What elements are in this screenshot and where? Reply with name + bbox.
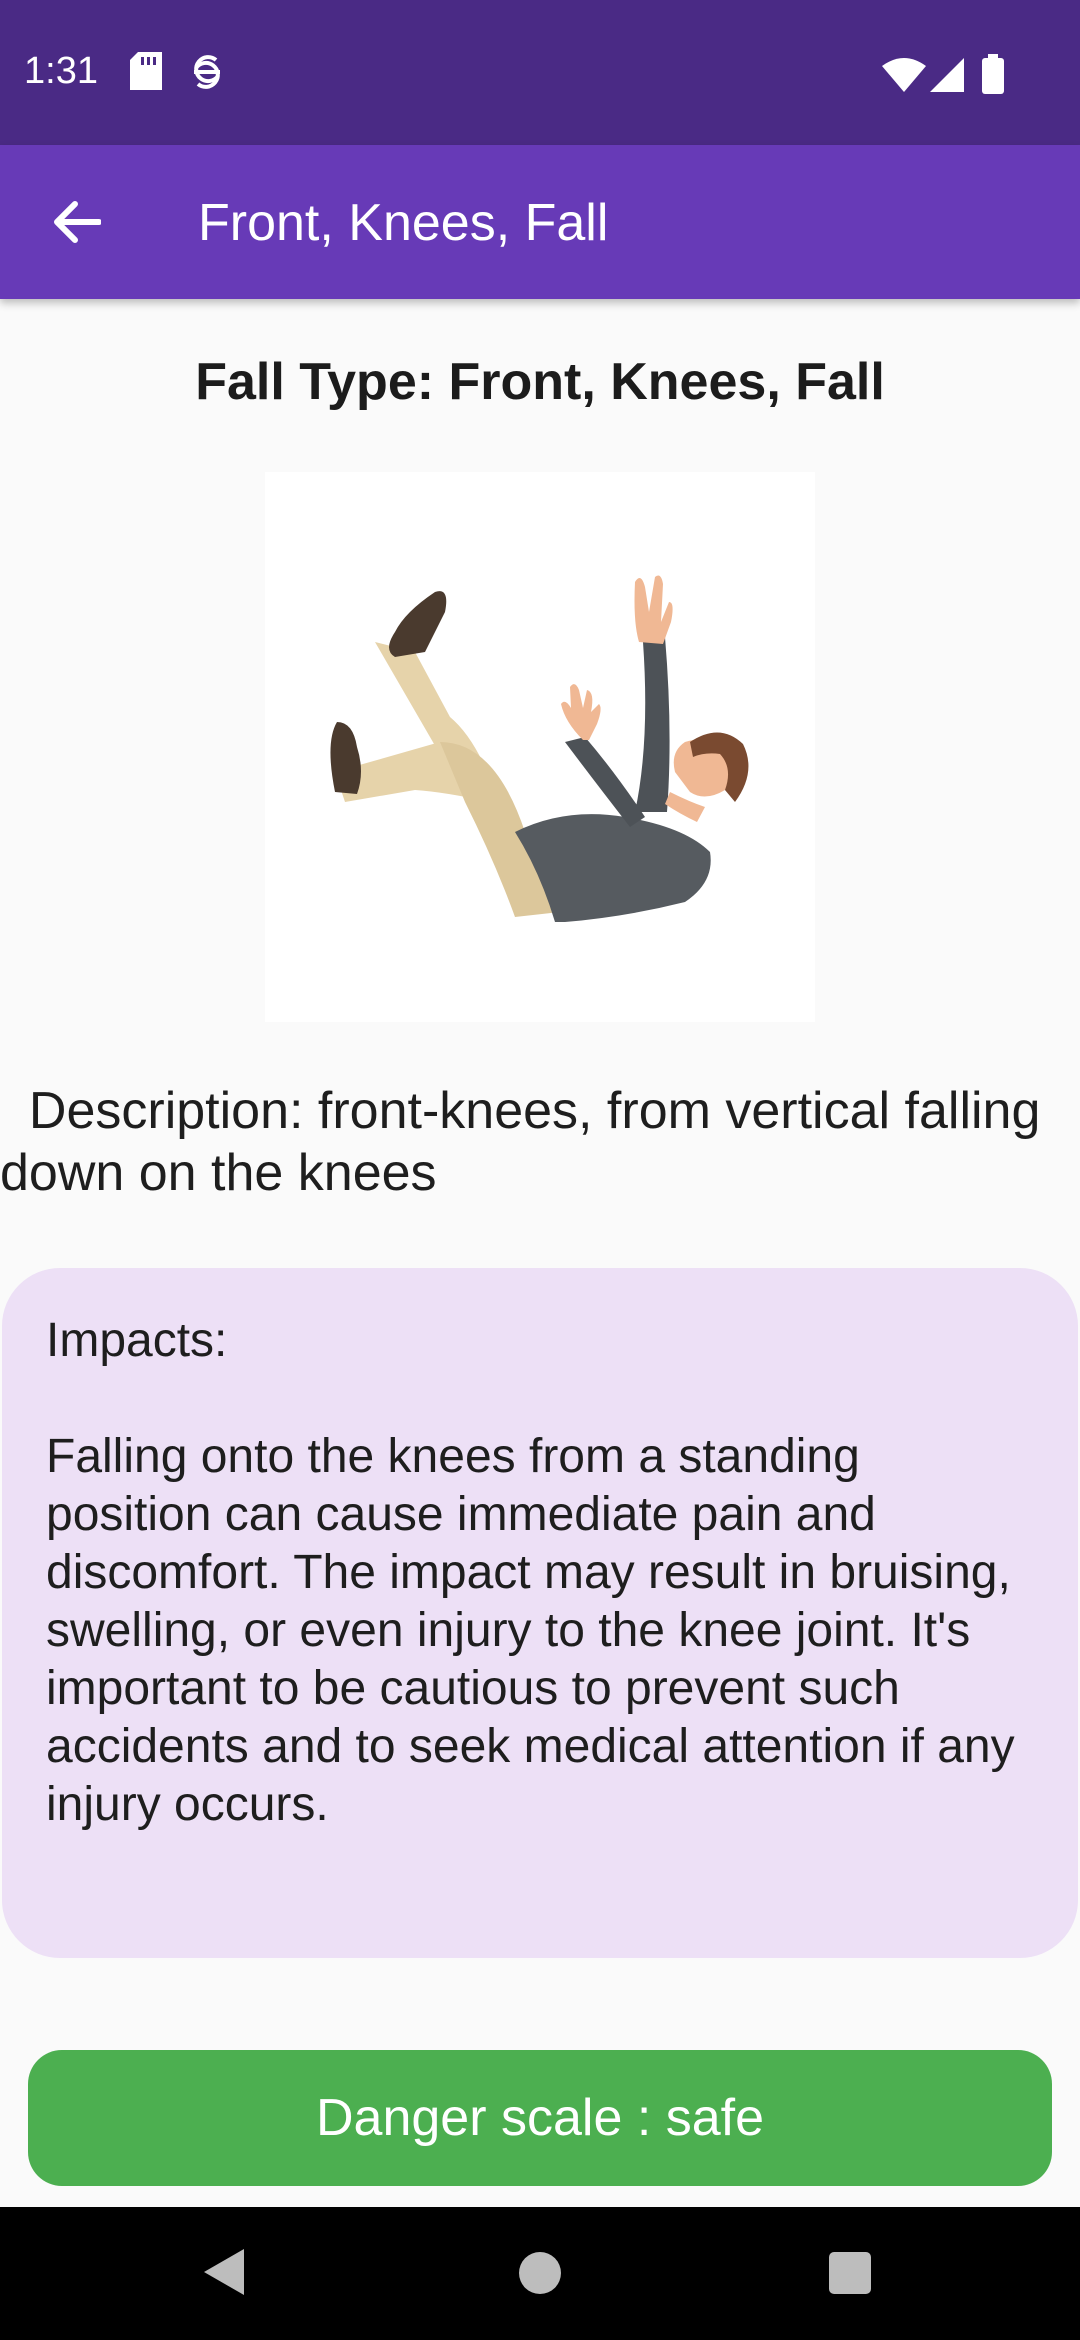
fall-description: Description: front-knees, from vertical … (0, 1082, 1055, 1202)
danger-scale-button[interactable]: Danger scale : safe (28, 2050, 1052, 2186)
sd-card-icon (130, 52, 162, 95)
app-bar: Front, Knees, Fall (0, 145, 1080, 299)
arrow-back-icon (53, 200, 102, 249)
back-button[interactable] (38, 185, 116, 263)
falling-person-illustration (265, 472, 815, 1022)
battery-icon (982, 54, 1004, 99)
system-nav-bar (0, 2207, 1080, 2340)
sync-icon (190, 52, 224, 97)
status-time: 1:31 (24, 50, 98, 92)
impacts-card: Impacts: Falling onto the knees from a s… (2, 1268, 1078, 1958)
app-bar-title: Front, Knees, Fall (198, 194, 609, 252)
impacts-text: Falling onto the knees from a standing p… (46, 1430, 1015, 1831)
fall-type-heading: Fall Type: Front, Knees, Fall (195, 353, 885, 411)
danger-scale-label: Danger scale : safe (315, 2089, 765, 2147)
recents-square-icon[interactable] (828, 2251, 872, 2300)
impacts-title: Impacts: (46, 1314, 228, 1367)
signal-icon (930, 58, 964, 97)
status-bar: 1:31 (0, 0, 1080, 145)
wifi-icon (882, 58, 926, 97)
home-circle-icon[interactable] (518, 2251, 562, 2300)
back-triangle-icon[interactable] (200, 2247, 246, 2302)
